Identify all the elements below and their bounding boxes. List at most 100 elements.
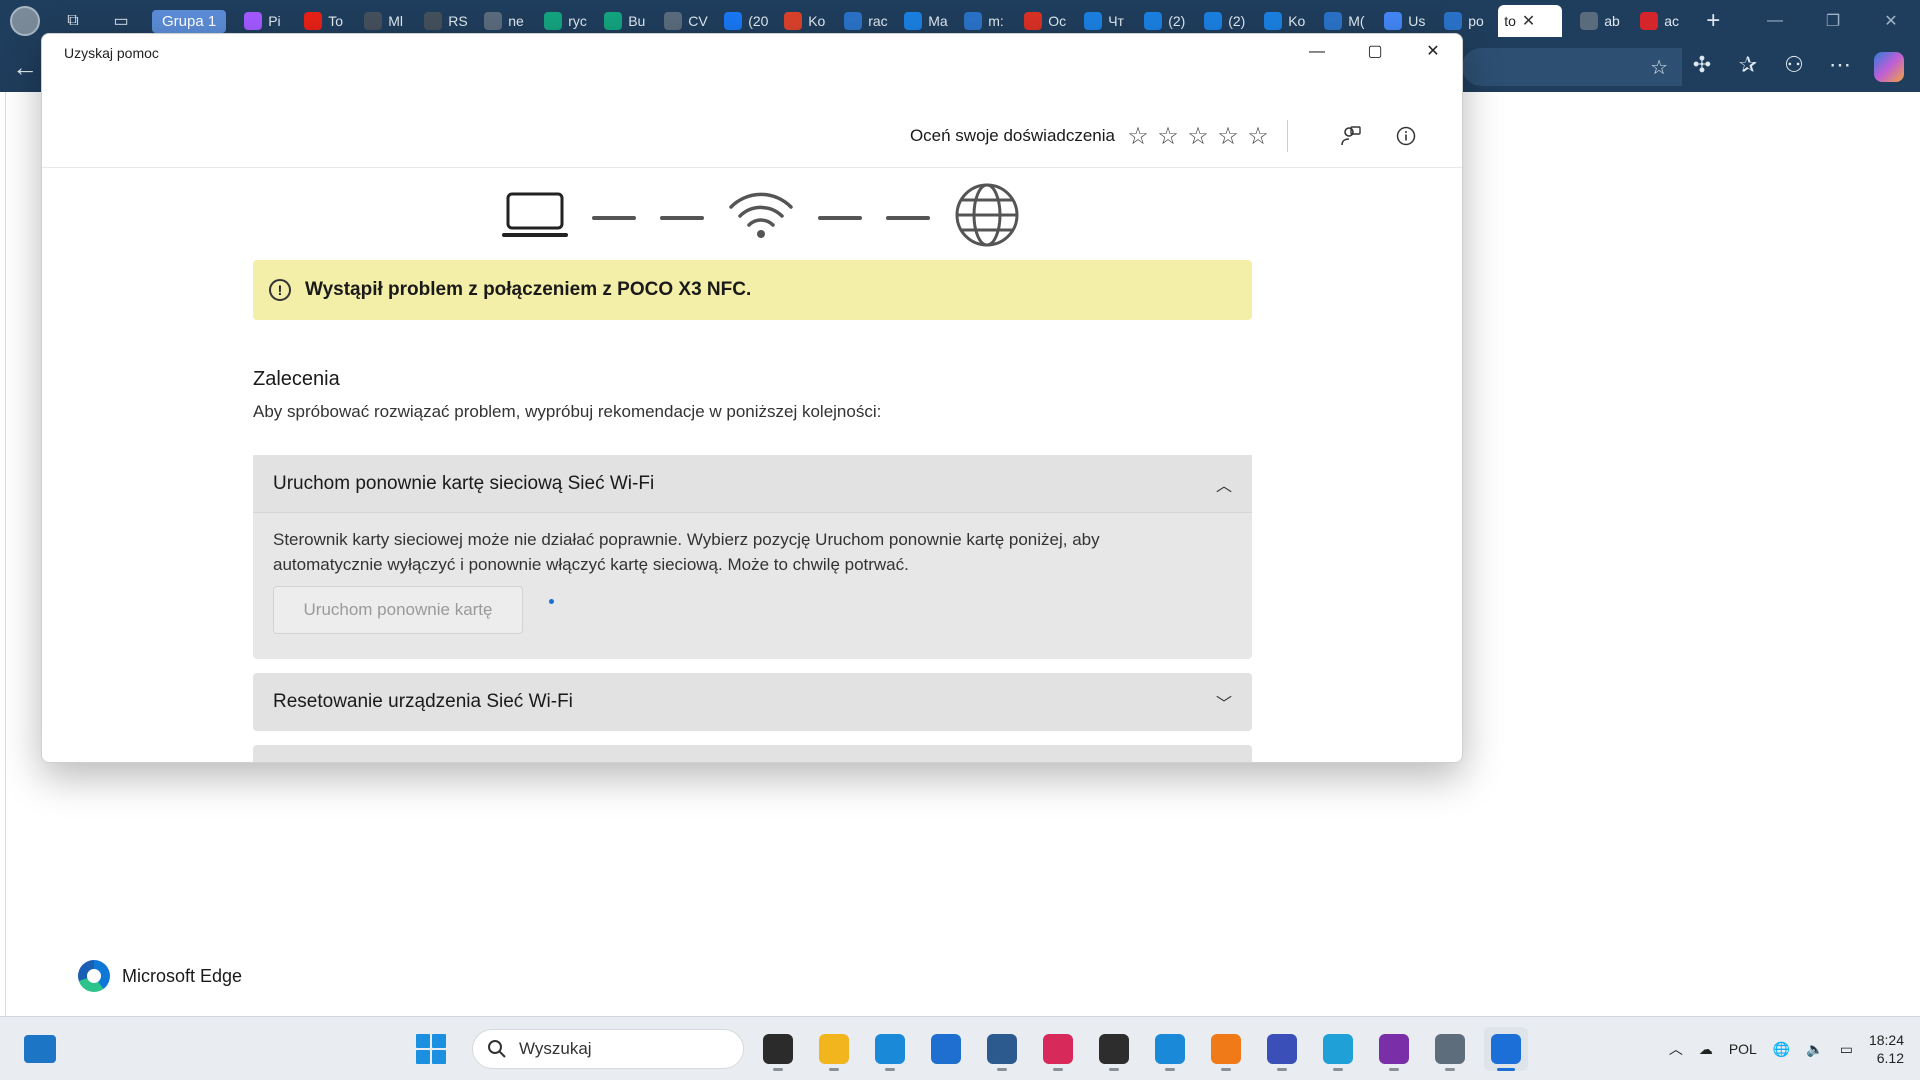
taskbar-app-voice[interactable] xyxy=(1148,1027,1192,1071)
rating-star-2[interactable]: ☆ xyxy=(1153,122,1183,151)
taskbar-app-file-explorer-dark[interactable] xyxy=(756,1027,800,1071)
tab-label: (20 xyxy=(748,13,769,29)
restore-icon[interactable]: ❐ xyxy=(1804,11,1862,31)
terminal-icon xyxy=(1099,1034,1129,1064)
chevron-down-icon[interactable]: ﹀ xyxy=(1216,690,1232,714)
link-dash xyxy=(818,215,862,220)
clock[interactable]: 18:24 6.12 xyxy=(1869,1031,1904,1067)
extensions-icon[interactable]: ✣ xyxy=(1690,52,1714,82)
taskbar-app-get-help[interactable] xyxy=(1484,1027,1528,1071)
taskbar-app-notepad[interactable] xyxy=(1316,1027,1360,1071)
warning-banner: ! Wystąpił problem z połączeniem z POCO … xyxy=(253,260,1252,320)
section-title: Zalecenia xyxy=(253,368,340,390)
github-icon xyxy=(1379,1034,1409,1064)
taskbar-app-virtualbox[interactable] xyxy=(980,1027,1024,1071)
taskbar-app-edge[interactable] xyxy=(868,1027,912,1071)
widgets-icon[interactable] xyxy=(24,1035,56,1063)
close-icon[interactable]: ✕ xyxy=(1862,11,1920,31)
tab-active[interactable]: to ✕ xyxy=(1498,5,1563,37)
start-button[interactable] xyxy=(416,1034,446,1064)
back-arrow-icon[interactable]: ← xyxy=(12,52,38,83)
address-field[interactable]: ☆ xyxy=(1462,48,1682,86)
minimize-button[interactable]: — xyxy=(1288,34,1346,70)
network-globe-icon[interactable]: 🌐 xyxy=(1773,1041,1790,1058)
tab-group-chip[interactable]: Grupa 1 xyxy=(152,9,227,33)
get-help-icon xyxy=(1491,1034,1521,1064)
chevron-up-icon[interactable]: ︿ xyxy=(1216,472,1232,496)
tab-label: Ma xyxy=(928,13,948,29)
volume-icon[interactable]: 🔈 xyxy=(1806,1041,1823,1058)
maximize-button[interactable]: ▢ xyxy=(1346,34,1404,70)
running-indicator xyxy=(1445,1068,1455,1071)
tab-label: To xyxy=(328,13,343,29)
running-indicator xyxy=(1277,1068,1287,1071)
restart-adapter-button[interactable]: Uruchom ponownie kartę xyxy=(273,586,523,634)
rating-star-1[interactable]: ☆ xyxy=(1123,122,1153,151)
battery-icon[interactable]: ▭ xyxy=(1840,1041,1853,1058)
rating-star-4[interactable]: ☆ xyxy=(1213,122,1243,151)
minimize-icon[interactable]: — xyxy=(1746,12,1804,30)
taskbar-app-terminal[interactable] xyxy=(1092,1027,1136,1071)
close-button[interactable]: ✕ xyxy=(1404,34,1462,70)
taskbar-app-store[interactable] xyxy=(924,1027,968,1071)
window-controls: — ▢ ✕ xyxy=(1288,34,1462,70)
running-indicator xyxy=(1221,1068,1231,1071)
browser-tab[interactable]: ab xyxy=(1574,5,1634,37)
recommendation-card-partial[interactable] xyxy=(253,745,1252,762)
mail-icon xyxy=(1204,12,1223,30)
browser-tab[interactable]: ac xyxy=(1634,5,1694,37)
copilot-icon[interactable] xyxy=(1874,52,1904,82)
tab-actions-icon[interactable]: ▭ xyxy=(106,6,136,36)
language-indicator[interactable]: POL xyxy=(1729,1041,1757,1057)
rating-star-5[interactable]: ☆ xyxy=(1243,122,1273,151)
profile-avatar[interactable] xyxy=(10,6,40,36)
workspaces-icon[interactable]: ⧉ xyxy=(58,6,88,36)
link-dash xyxy=(592,215,636,220)
taskbar-apps xyxy=(756,1027,1528,1071)
more-icon[interactable]: ⋯ xyxy=(1828,52,1852,82)
taskbar-app-settings[interactable] xyxy=(1428,1027,1472,1071)
tab-label: ab xyxy=(1604,13,1620,29)
browser-window-controls: — ❐ ✕ xyxy=(1746,0,1920,42)
running-indicator xyxy=(1053,1068,1063,1071)
edge-branding: Microsoft Edge xyxy=(78,960,242,992)
at-icon xyxy=(904,12,923,30)
divider xyxy=(1287,120,1288,152)
card-header[interactable]: Uruchom ponownie kartę sieciową Sieć Wi-… xyxy=(253,455,1252,513)
facebook-icon xyxy=(724,12,743,30)
tab-label: Чт xyxy=(1108,13,1124,29)
close-tab-icon[interactable]: ✕ xyxy=(1522,11,1535,31)
header-divider xyxy=(42,167,1462,168)
wifi-icon xyxy=(728,190,794,245)
warning-icon: ! xyxy=(269,279,291,301)
search-icon xyxy=(1444,12,1463,30)
new-tab-button[interactable]: + xyxy=(1706,7,1720,35)
collections-icon[interactable]: ⚇ xyxy=(1782,52,1806,82)
tab-label: M( xyxy=(1348,13,1365,29)
window-title: Uzyskaj pomoc xyxy=(64,45,159,61)
taskbar-app-file-explorer[interactable] xyxy=(812,1027,856,1071)
favorites-icon[interactable]: ✰ xyxy=(1736,52,1760,82)
globe-icon xyxy=(1580,12,1599,30)
chevron-up-icon[interactable]: ︿ xyxy=(1669,1039,1683,1059)
time: 18:24 xyxy=(1868,1032,1904,1048)
taskbar-app-save[interactable] xyxy=(1260,1027,1304,1071)
favorite-star-icon[interactable]: ☆ xyxy=(1650,55,1668,80)
link-dash xyxy=(886,215,930,220)
taskbar-app-media-player[interactable] xyxy=(1204,1027,1248,1071)
info-icon[interactable] xyxy=(1390,120,1422,152)
recommendation-card-reset-device[interactable]: Resetowanie urządzenia Sieć Wi-Fi ﹀ xyxy=(253,673,1252,731)
figma-icon xyxy=(244,12,263,30)
taskbar-app-github[interactable] xyxy=(1372,1027,1416,1071)
taskbar-app-app-pink[interactable] xyxy=(1036,1027,1080,1071)
feedback-icon[interactable] xyxy=(1334,120,1366,152)
rating-star-3[interactable]: ☆ xyxy=(1183,122,1213,151)
google-icon xyxy=(1384,12,1403,30)
globe-icon xyxy=(664,12,683,30)
save-icon xyxy=(1267,1034,1297,1064)
taskbar: Wyszukaj ︿ ☁ POL 🌐 🔈 ▭ 18:24 6.12 xyxy=(0,1016,1920,1080)
at-icon xyxy=(1084,12,1103,30)
search-box[interactable]: Wyszukaj xyxy=(472,1029,744,1069)
card-description: Sterownik karty sieciowej może nie dział… xyxy=(273,530,1100,574)
onedrive-icon[interactable]: ☁ xyxy=(1699,1041,1713,1058)
